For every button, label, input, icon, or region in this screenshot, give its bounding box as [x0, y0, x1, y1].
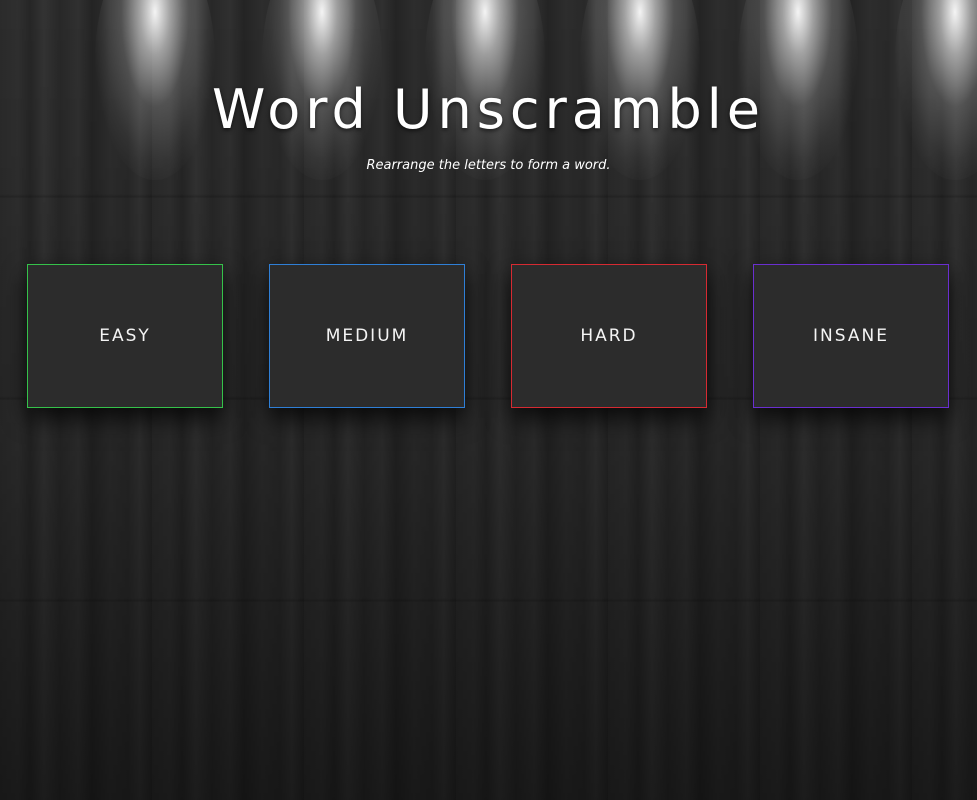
insane-button[interactable]: INSANE: [753, 264, 949, 408]
hard-button-label: HARD: [580, 326, 638, 346]
medium-button-label: MEDIUM: [325, 326, 409, 346]
medium-button[interactable]: MEDIUM: [269, 264, 465, 408]
insane-button-label: INSANE: [813, 326, 889, 346]
easy-button[interactable]: EASY: [27, 264, 223, 408]
hard-button[interactable]: HARD: [511, 264, 707, 408]
page-subtitle: Rearrange the letters to form a word.: [366, 158, 611, 173]
page-title: Word Unscramble: [212, 78, 765, 141]
easy-button-label: EASY: [99, 326, 151, 346]
